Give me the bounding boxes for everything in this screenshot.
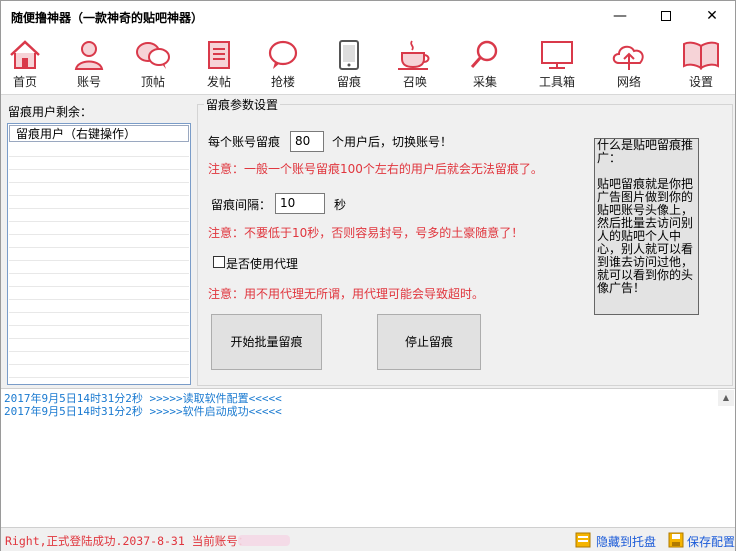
toolbar-label: 顶帖 (140, 75, 165, 89)
tray-icon[interactable] (575, 532, 591, 548)
per-account-prefix: 每个账号留痕 (208, 135, 281, 149)
interval-label: 留痕间隔： (211, 198, 272, 212)
proxy-checkbox[interactable] (213, 256, 225, 268)
toolbar-label: 发帖 (206, 75, 231, 89)
home-icon (10, 40, 40, 69)
warning-proxy: 注意：用不用代理无所谓，用代理可能会导致超时。 (208, 287, 485, 301)
login-status-text: Right,正式登陆成功.2037-8-31 当前账号： (5, 534, 250, 548)
toolbar-label: 设置 (688, 75, 713, 89)
toolbar-label: 账号 (76, 75, 101, 89)
toolbar-collect[interactable]: 采集 (455, 39, 515, 93)
speech-bubble-icon (268, 40, 298, 69)
toolbar-label: 抢楼 (270, 75, 295, 89)
log-line: 2017年9月5日14时31分2秒 >>>>>软件启动成功<<<<< (4, 405, 282, 418)
app-window: 随便撸神器（一款神奇的贴吧神器） — ✕ 首页 账号 顶帖 发帖 抢楼 留痕 召… (0, 0, 736, 551)
stop-trace-button[interactable]: 停止留痕 (377, 314, 481, 370)
toolbar-label: 召唤 (402, 75, 427, 89)
maximize-icon (661, 11, 671, 21)
coffee-cup-icon (398, 40, 430, 70)
trace-users-list[interactable]: 留痕用户（右键操作） (7, 123, 191, 385)
toolbar-account[interactable]: 账号 (59, 39, 119, 93)
main-toolbar: 首页 账号 顶帖 发帖 抢楼 留痕 召唤 采集 工具箱 网络 设置 (1, 31, 735, 95)
warning-interval: 注意：不要低于10秒，否则容易封号，号多的土豪随意了！ (208, 226, 524, 240)
toolbar-post[interactable]: 发帖 (189, 39, 249, 93)
monitor-icon (541, 41, 573, 69)
toolbar-bump[interactable]: 顶帖 (123, 39, 183, 93)
list-header[interactable]: 留痕用户（右键操作） (9, 125, 189, 142)
minimize-button[interactable]: — (597, 1, 643, 31)
toolbar-network[interactable]: 网络 (599, 39, 659, 93)
per-account-input[interactable]: 80 (290, 131, 324, 152)
toolbar-label: 工具箱 (538, 75, 575, 89)
toolbar-label: 采集 (472, 75, 497, 89)
toolbar-settings[interactable]: 设置 (671, 39, 731, 93)
interval-unit: 秒 (334, 198, 347, 212)
list-rows[interactable] (9, 144, 189, 383)
start-batch-trace-button[interactable]: 开始批量留痕 (211, 314, 322, 370)
promo-info-box: 什么是贴吧留痕推广： 贴吧留痕就是你把广告图片做到你的贴吧账号头像上，然后批量去… (594, 138, 699, 315)
title-bar: 随便撸神器（一款神奇的贴吧神器） — ✕ (1, 1, 735, 31)
user-icon (74, 41, 104, 70)
chat-bubbles-icon (136, 42, 170, 69)
masked-account-name (238, 535, 290, 546)
info-question: 什么是贴吧留痕推广： (597, 138, 694, 165)
group-title: 留痕参数设置 (204, 96, 281, 113)
remaining-users-label: 留痕用户剩余： (8, 105, 93, 119)
interval-input[interactable]: 10 (275, 193, 325, 214)
document-icon (208, 41, 230, 69)
hide-to-tray-link[interactable]: 隐藏到托盘 (596, 533, 656, 550)
per-account-suffix: 个用户后，切换账号！ (332, 135, 453, 149)
scroll-up-arrow-icon[interactable]: ▲ (718, 390, 734, 406)
window-title: 随便撸神器（一款神奇的贴吧神器） (11, 11, 204, 25)
toolbar-trace[interactable]: 留痕 (319, 39, 379, 93)
info-answer: 贴吧留痕就是你把广告图片做到你的贴吧账号头像上，然后批量去访问别人的贴吧个人中心… (597, 177, 694, 295)
maximize-button[interactable] (643, 1, 689, 31)
proxy-label[interactable]: 是否使用代理 (226, 255, 298, 272)
toolbar-label: 网络 (616, 75, 641, 89)
search-icon (470, 40, 498, 68)
book-icon (683, 41, 719, 70)
tablet-icon (339, 40, 359, 70)
log-output[interactable]: 2017年9月5日14时31分2秒 >>>>>读取软件配置<<<<< 2017年… (1, 388, 735, 528)
toolbar-label: 留痕 (336, 75, 361, 89)
save-disk-icon[interactable] (668, 532, 684, 548)
toolbar-toolbox[interactable]: 工具箱 (527, 39, 587, 93)
cloud-upload-icon (612, 45, 644, 70)
toolbar-label: 首页 (12, 75, 37, 89)
toolbar-home[interactable]: 首页 (0, 39, 55, 93)
toolbar-summon[interactable]: 召唤 (385, 39, 445, 93)
save-config-link[interactable]: 保存配置 (687, 533, 735, 550)
warning-account-limit: 注意：一般一个账号留痕100个左右的用户后就会无法留痕了。 (208, 162, 543, 176)
close-button[interactable]: ✕ (689, 1, 735, 31)
toolbar-grab-floor[interactable]: 抢楼 (253, 39, 313, 93)
status-bar: Right,正式登陆成功.2037-8-31 当前账号： 隐藏到托盘 保存配置 (1, 529, 735, 551)
